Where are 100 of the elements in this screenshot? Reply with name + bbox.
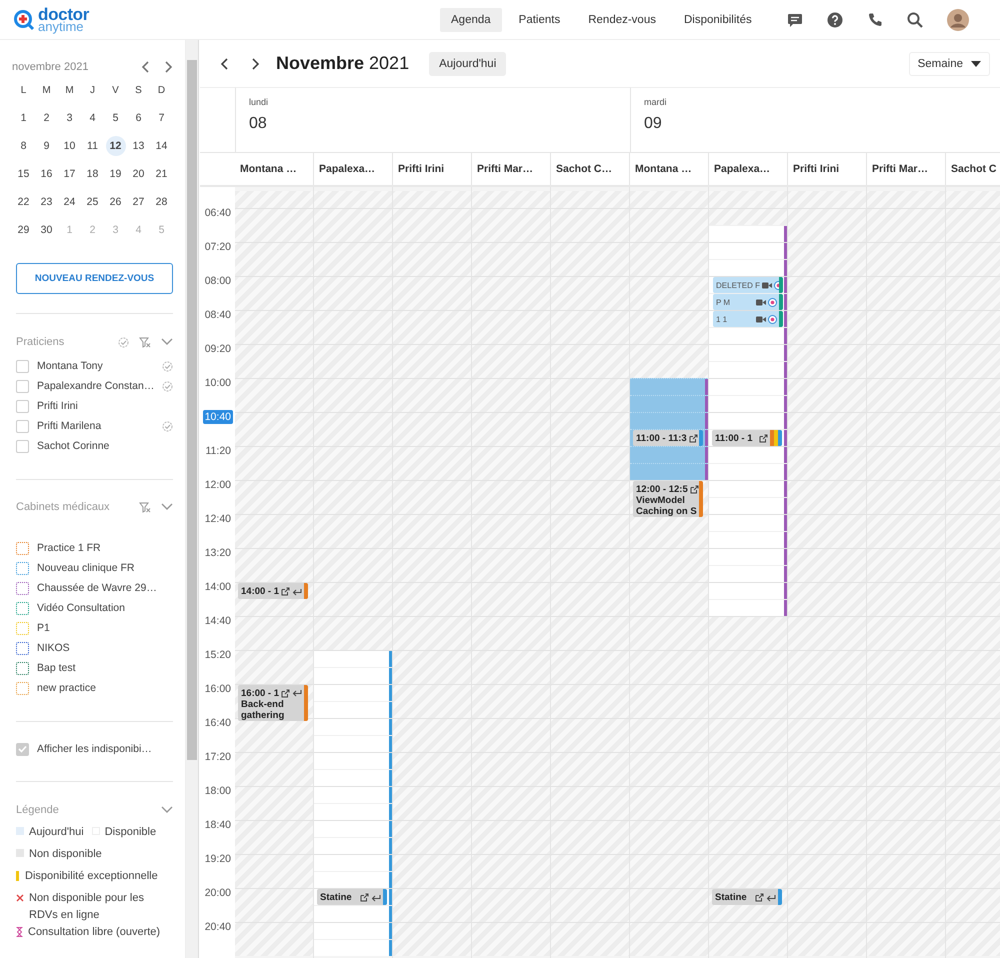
checkbox[interactable] xyxy=(16,582,29,594)
appointment[interactable]: Statine xyxy=(712,889,782,905)
practitioner-label: Prifti Irini xyxy=(37,400,79,412)
day-cell[interactable]: 20 xyxy=(128,164,148,184)
time-label: 06:40 xyxy=(204,206,232,220)
nav-tab[interactable]: Disponibilités xyxy=(672,8,763,32)
day-cell[interactable]: 11 xyxy=(82,136,102,156)
date-label: 08 xyxy=(249,115,268,133)
new-appointment-button[interactable]: NOUVEAU RENDEZ-VOUS xyxy=(16,263,173,294)
time-label: 16:40 xyxy=(204,716,232,730)
day-cell[interactable]: 5 xyxy=(106,108,126,128)
sync-check-icon[interactable] xyxy=(162,380,174,392)
appointment[interactable]: 14:00 - 1 xyxy=(238,583,308,599)
weekday-label: M xyxy=(41,84,52,98)
today-button[interactable]: Aujourd'hui xyxy=(429,52,506,76)
sync-check-icon[interactable] xyxy=(118,336,129,348)
nav-tab[interactable]: Agenda xyxy=(440,8,502,32)
day-cell[interactable]: 16 xyxy=(36,164,56,184)
chevron-left-icon[interactable] xyxy=(220,58,230,70)
day-cell[interactable]: 15 xyxy=(14,164,34,184)
video-camera-icon xyxy=(756,316,766,323)
appointment-name: P M xyxy=(716,298,732,307)
help-icon[interactable] xyxy=(826,12,843,28)
filter-clear-icon[interactable] xyxy=(139,502,151,512)
avatar-icon[interactable] xyxy=(946,8,969,30)
checkbox[interactable] xyxy=(16,642,29,654)
time-label: 09:20 xyxy=(204,342,232,356)
day-cell[interactable]: 10 xyxy=(60,136,80,156)
day-cell[interactable]: 29 xyxy=(14,220,34,240)
day-cell[interactable]: 24 xyxy=(60,192,80,212)
practice-label: Chaussée de Wavre 29… xyxy=(37,582,158,594)
practice-label: P1 xyxy=(37,622,51,634)
video-appointment[interactable]: DELETED F xyxy=(713,277,783,293)
nav-tab[interactable]: Patients xyxy=(508,8,572,32)
appointment[interactable]: 11:00 - 1 xyxy=(712,430,782,446)
day-cell[interactable]: 28 xyxy=(152,192,172,212)
day-cell[interactable]: 25 xyxy=(82,192,102,212)
day-cell[interactable]: 7 xyxy=(152,108,172,128)
day-cell[interactable]: 14 xyxy=(152,136,172,156)
filter-clear-icon[interactable] xyxy=(139,336,151,348)
day-cell[interactable]: 4 xyxy=(82,108,102,128)
sync-check-icon[interactable] xyxy=(162,420,173,432)
day-cell[interactable]: 23 xyxy=(36,192,56,212)
day-cell[interactable]: 1 xyxy=(14,108,34,128)
time-label: 18:40 xyxy=(204,818,232,832)
video-appointment[interactable]: P M xyxy=(713,294,783,310)
chevron-down-icon[interactable] xyxy=(161,503,173,511)
practice-label: Practice 1 FR xyxy=(37,542,102,554)
day-cell[interactable]: 22 xyxy=(14,192,34,212)
day-cell[interactable]: 18 xyxy=(82,164,102,184)
appointment[interactable]: 12:00 - 12:5 ViewModel Caching on S xyxy=(633,481,703,517)
day-cell[interactable]: 2 xyxy=(36,108,56,128)
day-cell[interactable]: 12 xyxy=(106,136,126,156)
appointment-time: 11:00 - 1 xyxy=(715,433,754,444)
practitioner-label: Prifti Marilena xyxy=(37,420,102,432)
time-label: 14:40 xyxy=(204,614,232,628)
appointment[interactable]: Statine xyxy=(317,889,387,905)
weekday-label: L xyxy=(20,84,28,98)
chat-icon[interactable] xyxy=(786,12,803,28)
weekday-label: mardi xyxy=(644,97,668,107)
day-cell[interactable]: 19 xyxy=(106,164,126,184)
legend-label: Consultation libre (ouverte) xyxy=(28,925,160,940)
legend-label: Aujourd'hui xyxy=(29,825,84,840)
practice-label: Bap test xyxy=(37,662,77,674)
time-label: 10:00 xyxy=(204,376,232,390)
legend-label: Disponibilité exceptionnelle xyxy=(25,869,158,884)
day-cell[interactable]: 21 xyxy=(152,164,172,184)
day-cell[interactable]: 3 xyxy=(60,108,80,128)
checkbox[interactable] xyxy=(16,562,29,574)
day-cell[interactable]: 30 xyxy=(36,220,56,240)
day-cell[interactable]: 6 xyxy=(128,108,148,128)
day-cell[interactable]: 27 xyxy=(128,192,148,212)
chevron-down-icon[interactable] xyxy=(161,806,173,814)
search-icon[interactable] xyxy=(906,12,923,28)
chevron-down-icon[interactable] xyxy=(161,338,173,346)
weekday-label: lundi xyxy=(249,97,270,107)
checkbox[interactable] xyxy=(16,662,29,674)
nav-tab[interactable]: Rendez-vous xyxy=(577,8,667,32)
day-cell[interactable]: 26 xyxy=(106,192,126,212)
day-cell[interactable]: 8 xyxy=(14,136,34,156)
day-cell[interactable]: 13 xyxy=(128,136,148,156)
weekday-label: D xyxy=(156,84,166,98)
video-appointment[interactable]: 1 1 xyxy=(713,311,783,327)
day-cell[interactable]: 9 xyxy=(36,136,56,156)
chevron-right-icon[interactable] xyxy=(163,61,173,73)
column-header: Sachot C xyxy=(946,152,1000,185)
checkbox[interactable] xyxy=(16,622,29,634)
checkbox[interactable] xyxy=(16,542,29,554)
checkbox[interactable] xyxy=(16,602,29,614)
appointment[interactable]: 16:00 - 1 Back-end gathering xyxy=(238,685,308,721)
column-header: Papalexa… xyxy=(709,152,788,185)
view-dropdown[interactable]: Semaine xyxy=(908,52,990,76)
chevron-right-icon[interactable] xyxy=(250,58,260,70)
day-cell[interactable]: 17 xyxy=(60,164,80,184)
appointment-name: 1 1 xyxy=(716,315,728,324)
sync-check-icon[interactable] xyxy=(162,360,173,372)
phone-icon[interactable] xyxy=(866,12,883,28)
checkbox[interactable] xyxy=(16,682,29,694)
appointment[interactable]: 11:00 - 11:3 xyxy=(633,430,703,446)
chevron-left-icon[interactable] xyxy=(141,61,151,73)
